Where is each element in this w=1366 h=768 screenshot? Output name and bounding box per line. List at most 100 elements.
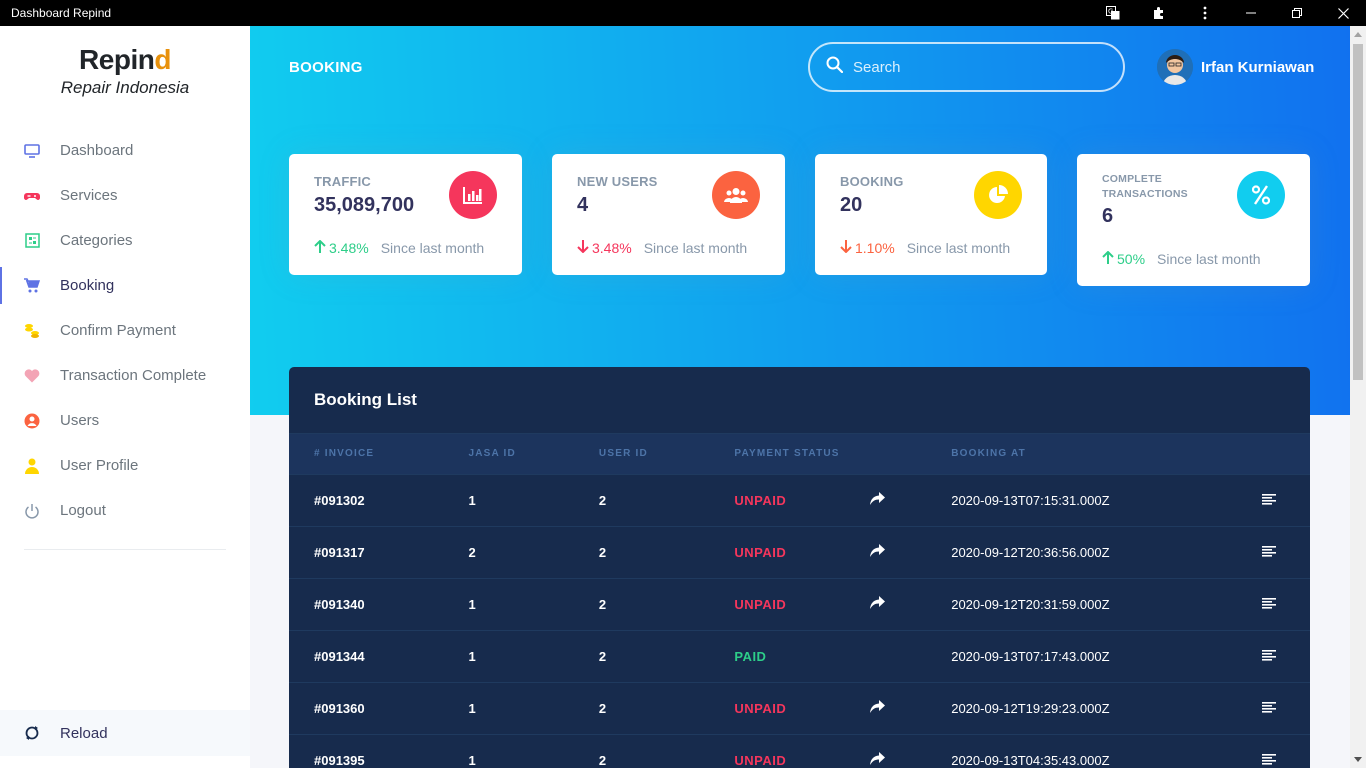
sidebar-item-confirm-payment[interactable]: Confirm Payment [0,308,250,353]
chart-bar-icon [449,171,497,219]
cell-booking-at: 2020-09-13T07:15:31.000Z [926,473,1237,526]
table-row[interactable]: #091395 1 2 UNPAID 2020-09-13T04:35:43.000Z [289,733,1310,768]
stat-title: TRAFFIC [314,174,371,189]
monitor-icon [24,143,40,159]
sidebar-item-label: Categories [60,232,133,249]
stat-value: 4 [577,194,589,216]
share-icon[interactable] [870,492,910,508]
table-row[interactable]: #091317 2 2 UNPAID 2020-09-12T20:36:56.000Z [289,525,1310,578]
column-header-actions [1237,434,1310,474]
column-header-invoice[interactable]: # INVOICE [289,434,443,474]
cell-actions [1237,577,1310,630]
cell-user-id: 2 [573,733,710,768]
sidebar-divider [24,549,226,550]
booking-list-title: Booking List [289,367,1310,434]
stat-value: 6 [1102,205,1114,227]
arrow-down-icon [840,240,852,256]
search-box[interactable] [808,42,1125,92]
cell-actions [1237,733,1310,768]
sidebar-item-dashboard[interactable]: Dashboard [0,128,250,173]
stat-title: BOOKING [840,174,904,189]
users-icon [712,171,760,219]
window-title: Dashboard Repind [11,6,112,20]
sidebar-item-booking[interactable]: Booking [0,263,250,308]
table-row[interactable]: #091302 1 2 UNPAID 2020-09-13T07:15:31.000Z [289,473,1310,526]
percent-icon [1237,171,1285,219]
column-header-booking-at[interactable]: BOOKING AT [926,434,1237,474]
column-header-user-id[interactable]: USER ID [574,434,709,474]
user-menu[interactable]: Irfan Kurniawan [1157,49,1314,85]
cell-payment-status: UNPAID [709,577,927,630]
scroll-down-icon[interactable] [1350,751,1366,768]
details-menu-icon[interactable] [1262,597,1276,612]
cell-actions [1237,473,1310,526]
status-badge: PAID [734,648,767,664]
cell-booking-at: 2020-09-12T19:29:23.000Z [926,681,1237,734]
close-button[interactable] [1320,0,1366,26]
grid-icon [24,233,40,249]
scroll-up-icon[interactable] [1350,26,1366,43]
cell-booking-at: 2020-09-13T04:35:43.000Z [926,733,1237,768]
table-row[interactable]: #091344 1 2 PAID 2020-09-13T07:17:43.000Z [289,629,1310,682]
share-icon[interactable] [870,544,910,560]
details-menu-icon[interactable] [1262,701,1276,716]
sidebar-item-logout[interactable]: Logout [0,488,250,533]
booking-table: # INVOICE JASA ID USER ID PAYMENT STATUS… [289,434,1310,768]
booking-list-card: Booking List # INVOICE JASA ID USER ID P… [289,367,1310,768]
cell-jasa-id: 1 [443,733,574,768]
coins-icon [24,323,40,339]
brand-name-accent: d [154,44,171,75]
sidebar-item-services[interactable]: Services [0,173,250,218]
minimize-button[interactable] [1228,0,1274,26]
restore-button[interactable] [1274,0,1320,26]
brand-tagline: Repair Indonesia [60,78,190,97]
scrollbar-thumb[interactable] [1353,44,1363,380]
share-icon[interactable] [870,596,910,612]
brand-logo[interactable]: Repind Repair Indonesia [0,26,250,116]
translate-icon[interactable]: G [1090,0,1136,26]
sidebar-item-label: Booking [60,277,115,294]
details-menu-icon[interactable] [1262,649,1276,664]
user-name: Irfan Kurniawan [1201,58,1315,76]
stat-since: Since last month [643,240,748,256]
cell-invoice: #091395 [289,733,444,768]
heart-icon [24,368,40,384]
table-row[interactable]: #091360 1 2 UNPAID 2020-09-12T19:29:23.000Z [289,681,1310,734]
cell-payment-status: UNPAID [709,525,927,578]
sidebar-item-label: User Profile [60,457,139,474]
sidebar-item-label: Services [60,187,118,204]
more-menu-icon[interactable] [1182,0,1228,26]
extensions-icon[interactable] [1136,0,1182,26]
page-scrollbar[interactable] [1350,26,1366,768]
reload-button[interactable]: Reload [0,710,250,756]
stat-change: 1.10% [855,240,895,256]
share-icon[interactable] [870,700,910,716]
cell-booking-at: 2020-09-12T20:36:56.000Z [926,525,1237,578]
stat-value: 35,089,700 [314,194,415,216]
details-menu-icon[interactable] [1262,545,1276,560]
column-header-jasa-id[interactable]: JASA ID [443,434,573,474]
sidebar-item-transaction-complete[interactable]: Transaction Complete [0,353,250,398]
cell-invoice: #091317 [289,525,444,578]
stat-card-traffic: TRAFFIC 35,089,700 3.48% Since last mont… [289,154,522,275]
cell-invoice: #091344 [289,629,444,682]
stat-value: 20 [840,194,863,216]
sidebar-item-categories[interactable]: Categories [0,218,250,263]
cart-icon [24,278,40,294]
svg-text:G: G [1108,8,1113,16]
search-input[interactable] [853,58,1093,76]
stat-card-new-users: NEW USERS 4 3.48% Since last month [552,154,785,275]
share-icon[interactable] [870,752,910,768]
sidebar-item-users[interactable]: Users [0,398,250,443]
arrow-down-icon [577,240,589,256]
sidebar-nav: Dashboard Services Categories Booking Co… [0,128,250,533]
cell-actions [1237,681,1310,734]
details-menu-icon[interactable] [1262,753,1276,768]
brand-name: Repind [0,44,250,76]
sidebar-item-user-profile[interactable]: User Profile [0,443,250,488]
details-menu-icon[interactable] [1262,493,1276,508]
status-badge: UNPAID [734,596,787,612]
table-row[interactable]: #091340 1 2 UNPAID 2020-09-12T20:31:59.000Z [289,577,1310,630]
column-header-payment-status[interactable]: PAYMENT STATUS [709,434,926,474]
cell-invoice: #091340 [289,577,444,630]
